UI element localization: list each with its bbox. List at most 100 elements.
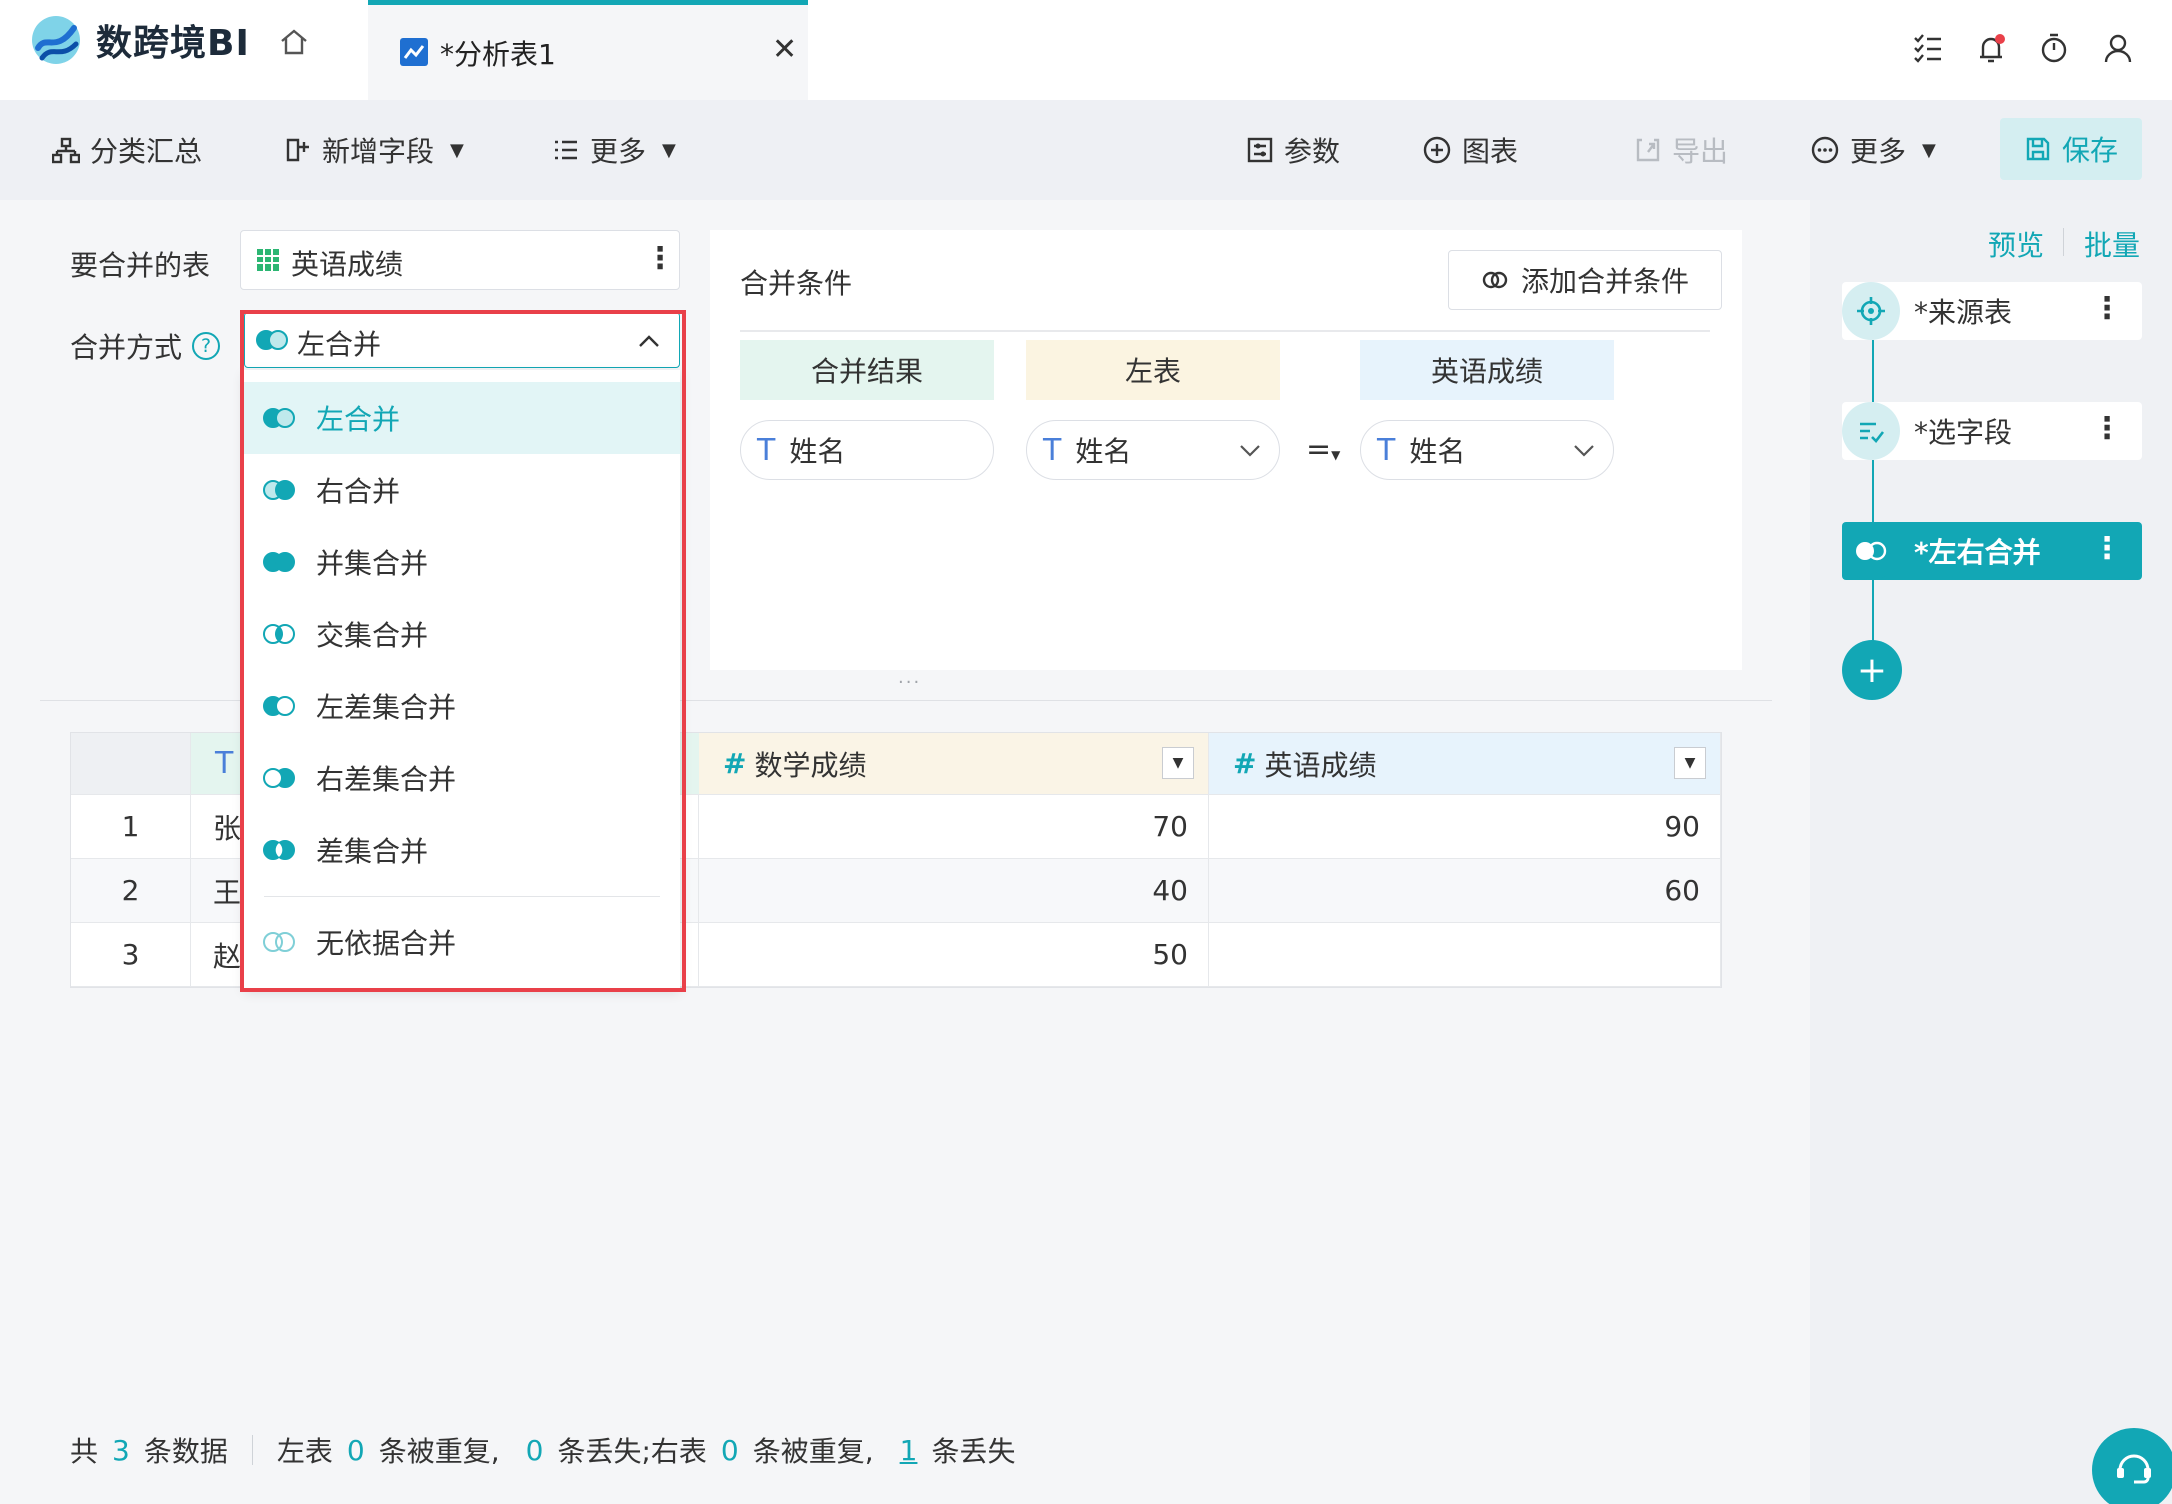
app-logo[interactable]: 数跨境BI bbox=[30, 14, 250, 66]
resize-handle[interactable]: ··· bbox=[898, 672, 921, 693]
option-intersect-join[interactable]: 交集合并 bbox=[244, 598, 680, 670]
timer-icon[interactable] bbox=[2038, 32, 2070, 64]
diff-join-icon bbox=[263, 840, 295, 860]
chevron-up-icon bbox=[639, 335, 659, 347]
more-right-label: 更多 bbox=[1850, 135, 1907, 168]
group-summary-label: 分类汇总 bbox=[90, 135, 203, 168]
chart-button[interactable]: 图表 bbox=[1422, 100, 1518, 200]
operator-select[interactable]: =▼ bbox=[1306, 432, 1340, 467]
tab-close-icon[interactable]: ✕ bbox=[772, 35, 797, 65]
task-list-icon[interactable] bbox=[1912, 32, 1944, 64]
add-field-button[interactable]: 新增字段 ▼ bbox=[284, 100, 464, 200]
left-field-select[interactable]: T 姓名 bbox=[1026, 420, 1280, 480]
add-condition-label: 添加合并条件 bbox=[1520, 265, 1689, 298]
tab-analysis-1[interactable]: *分析表1 ✕ bbox=[368, 0, 808, 100]
export-button[interactable]: 导出 bbox=[1634, 100, 1728, 200]
hierarchy-icon bbox=[52, 137, 80, 164]
add-node-button[interactable]: + bbox=[1842, 640, 1902, 700]
params-button[interactable]: 参数 bbox=[1246, 100, 1340, 200]
sidebar-separator bbox=[2063, 228, 2064, 256]
result-header: 合并结果 bbox=[740, 340, 994, 400]
flow-node-select-fields[interactable]: *选字段 ⋮ bbox=[1842, 402, 2142, 460]
row-number: 3 bbox=[71, 923, 191, 987]
chat-support-button[interactable] bbox=[2092, 1428, 2172, 1504]
left-lost-text: 条丢失; bbox=[557, 1435, 651, 1468]
select-fields-icon bbox=[1842, 402, 1900, 460]
text-type-icon: T bbox=[757, 432, 776, 468]
left-lost-count: 0 bbox=[525, 1433, 544, 1467]
option-label: 差集合并 bbox=[316, 835, 429, 868]
merge-table-value: 英语成绩 bbox=[291, 248, 404, 281]
node-more-icon[interactable]: ⋮ bbox=[2092, 414, 2122, 444]
group-summary-button[interactable]: 分类汇总 bbox=[52, 100, 202, 200]
row-number: 1 bbox=[71, 795, 191, 859]
help-icon[interactable]: ? bbox=[192, 332, 221, 360]
option-left-diff-join[interactable]: 左差集合并 bbox=[244, 670, 680, 742]
math-column-header[interactable]: # 数学成绩 ▼ bbox=[699, 733, 1209, 795]
option-right-diff-join[interactable]: 右差集合并 bbox=[244, 742, 680, 814]
batch-link[interactable]: 批量 bbox=[2084, 224, 2140, 264]
option-diff-join[interactable]: 差集合并 bbox=[244, 814, 680, 886]
preview-link[interactable]: 预览 bbox=[1988, 224, 2044, 264]
target-icon bbox=[1842, 282, 1900, 340]
add-circle-icon bbox=[1423, 136, 1451, 164]
right-lost-count-link[interactable]: 1 bbox=[900, 1434, 918, 1467]
english-cell[interactable] bbox=[1209, 923, 1721, 987]
option-label: 并集合并 bbox=[316, 547, 429, 580]
result-field-label: 姓名 bbox=[789, 435, 846, 468]
english-cell[interactable]: 60 bbox=[1209, 859, 1721, 923]
flow-node-source[interactable]: *来源表 ⋮ bbox=[1842, 282, 2142, 340]
list-icon bbox=[555, 140, 577, 160]
english-column-header[interactable]: # 英语成绩 ▼ bbox=[1209, 733, 1721, 795]
merge-mode-select[interactable]: 左合并 bbox=[244, 312, 680, 368]
merge-table-select[interactable]: 英语成绩 ⋮ bbox=[240, 230, 680, 290]
save-button[interactable]: 保存 bbox=[2000, 118, 2142, 180]
flow-node-label: *左右合并 bbox=[1914, 536, 2041, 569]
notification-bell-icon[interactable] bbox=[1974, 32, 2008, 66]
user-icon[interactable] bbox=[2102, 32, 2134, 64]
option-no-key-join[interactable]: 无依据合并 bbox=[244, 906, 680, 978]
node-more-icon[interactable]: ⋮ bbox=[2092, 534, 2122, 564]
option-label: 右合并 bbox=[316, 475, 401, 508]
math-cell[interactable]: 40 bbox=[699, 859, 1209, 923]
footer-separator bbox=[251, 1435, 253, 1465]
merge-mode-dropdown: 左合并 右合并 并集合并 交集合并 左差集合并 右差集合并 差集合并 无依据合并 bbox=[244, 370, 680, 988]
params-icon bbox=[1247, 137, 1273, 163]
math-cell[interactable]: 70 bbox=[699, 795, 1209, 859]
option-label: 左合并 bbox=[316, 403, 401, 436]
english-cell[interactable]: 90 bbox=[1209, 795, 1721, 859]
node-more-icon[interactable]: ⋮ bbox=[2092, 294, 2122, 324]
more-menu-left[interactable]: 更多 ▼ bbox=[552, 100, 676, 200]
table-options-icon[interactable]: ⋮ bbox=[645, 241, 675, 276]
add-condition-button[interactable]: 添加合并条件 bbox=[1448, 250, 1722, 310]
table-icon bbox=[257, 249, 279, 271]
right-lost-text: 条丢失 bbox=[931, 1435, 1016, 1468]
caret-down-icon: ▼ bbox=[662, 139, 676, 161]
more-menu-right[interactable]: 更多 ▼ bbox=[1810, 100, 1936, 200]
caret-down-icon: ▼ bbox=[1684, 755, 1696, 771]
option-union-join[interactable]: 并集合并 bbox=[244, 526, 680, 598]
column-filter-button[interactable]: ▼ bbox=[1674, 747, 1706, 779]
chat-icon bbox=[2117, 1454, 2151, 1484]
add-column-icon bbox=[286, 138, 309, 162]
text-type-icon: T bbox=[1377, 432, 1396, 468]
result-field-pill[interactable]: T 姓名 bbox=[740, 420, 994, 480]
flow-node-merge[interactable]: *左右合并 ⋮ bbox=[1842, 522, 2142, 580]
home-icon[interactable] bbox=[278, 26, 310, 58]
option-left-join[interactable]: 左合并 bbox=[244, 382, 680, 454]
option-right-join[interactable]: 右合并 bbox=[244, 454, 680, 526]
left-dup-count: 0 bbox=[346, 1433, 365, 1467]
column-filter-button[interactable]: ▼ bbox=[1162, 747, 1194, 779]
left-diff-join-icon bbox=[263, 696, 295, 716]
caret-down-icon: ▼ bbox=[1172, 755, 1184, 771]
right-field-select[interactable]: T 姓名 bbox=[1360, 420, 1614, 480]
flow-sidebar bbox=[1810, 200, 2172, 1504]
join-icon bbox=[256, 330, 288, 350]
math-cell[interactable]: 50 bbox=[699, 923, 1209, 987]
flow-node-label: *来源表 bbox=[1914, 296, 2013, 329]
union-join-icon bbox=[263, 552, 295, 572]
save-icon bbox=[2026, 137, 2050, 161]
export-icon bbox=[1636, 138, 1660, 162]
left-prefix: 左表 bbox=[276, 1435, 333, 1468]
line-chart-icon bbox=[400, 38, 428, 66]
